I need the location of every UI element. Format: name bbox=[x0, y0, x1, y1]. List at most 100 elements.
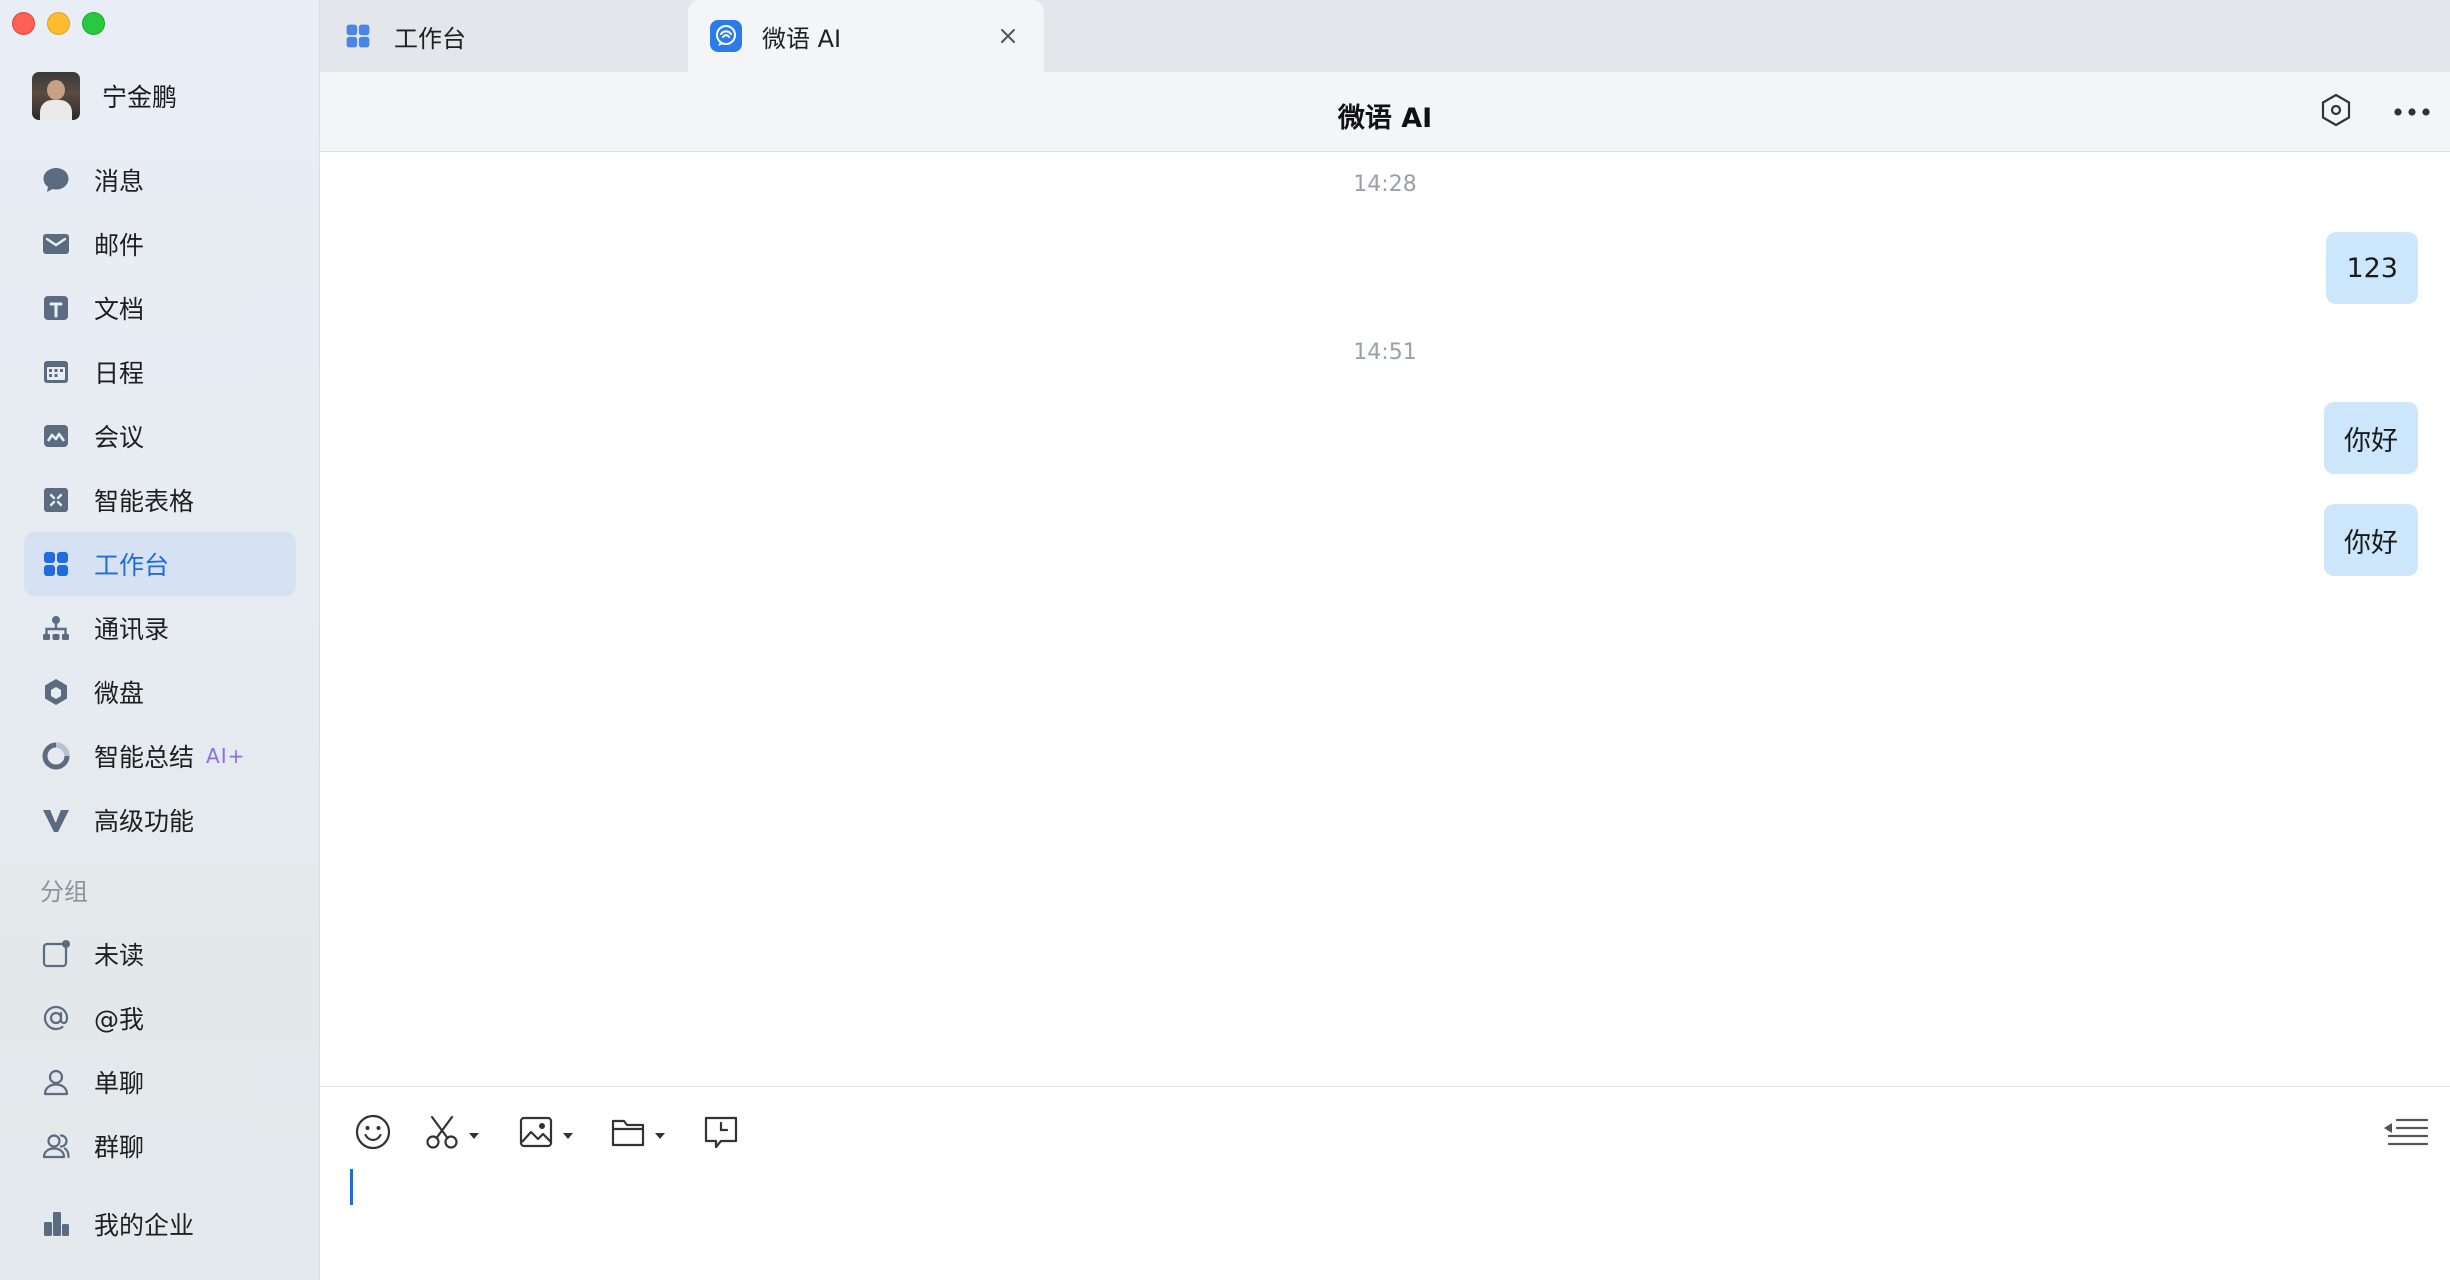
mail-icon bbox=[40, 228, 72, 260]
settings-button[interactable] bbox=[2316, 92, 2356, 132]
sidebar-item-label: 工作台 bbox=[94, 551, 170, 580]
sidebar-item-label: 邮件 bbox=[94, 231, 145, 260]
sidebar-item-smart-table[interactable]: 智能表格 bbox=[24, 468, 296, 532]
chat-header: 微语 AI bbox=[320, 72, 2450, 152]
single-chat-icon bbox=[40, 1066, 72, 1098]
sidebar-item-unread[interactable]: 未读 bbox=[24, 922, 296, 986]
app-window: 宁金鹏 消息 邮件 文档 日程 会议 智能表格 工作台 通讯录 微盘 智能总结 … bbox=[0, 0, 2450, 1280]
sidebar-item-label: 高级功能 bbox=[94, 807, 195, 836]
at-icon bbox=[40, 1002, 72, 1034]
sidebar-item-mentions[interactable]: @我 bbox=[24, 986, 296, 1050]
file-button[interactable] bbox=[610, 1109, 666, 1159]
image-icon bbox=[518, 1114, 554, 1154]
sidebar-item-label: 群聊 bbox=[94, 1133, 145, 1162]
sidebar-item-advanced[interactable]: 高级功能 bbox=[24, 788, 296, 852]
maximize-window-button[interactable] bbox=[82, 12, 105, 35]
unread-icon bbox=[40, 938, 72, 970]
sidebar-item-calendar[interactable]: 日程 bbox=[24, 340, 296, 404]
text-cursor bbox=[350, 1169, 353, 1205]
tab-bar: 工作台 微语 AI bbox=[320, 0, 2450, 72]
message-timestamp: 14:51 bbox=[1353, 340, 1417, 365]
message-timestamp: 14:28 bbox=[1353, 172, 1417, 197]
more-icon bbox=[2392, 103, 2432, 122]
sidebar-item-workbench[interactable]: 工作台 bbox=[24, 532, 296, 596]
tab-weiyu-ai[interactable]: 微语 AI bbox=[688, 0, 1044, 72]
sent-message-bubble[interactable]: 123 bbox=[2326, 232, 2418, 304]
drive-icon bbox=[40, 676, 72, 708]
sidebar-item-label: 未读 bbox=[94, 941, 145, 970]
summary-icon bbox=[40, 740, 72, 772]
workbench-icon bbox=[342, 20, 374, 52]
enterprise-icon bbox=[40, 1208, 72, 1240]
chevron-down-icon[interactable] bbox=[654, 1125, 666, 1144]
sidebar-item-label: 我的企业 bbox=[94, 1211, 195, 1240]
chevron-down-icon[interactable] bbox=[562, 1125, 574, 1144]
avatar[interactable] bbox=[32, 72, 80, 120]
doc-icon bbox=[40, 292, 72, 324]
sidebar-item-meeting[interactable]: 会议 bbox=[24, 404, 296, 468]
schedule-message-icon bbox=[702, 1113, 740, 1155]
sidebar-item-drive[interactable]: 微盘 bbox=[24, 660, 296, 724]
sidebar-item-label: 智能表格 bbox=[94, 487, 195, 516]
tab-workbench[interactable]: 工作台 bbox=[320, 0, 688, 72]
collapse-list-icon bbox=[2383, 1116, 2429, 1150]
window-controls bbox=[12, 12, 105, 35]
enterprise-nav: 我的企业 bbox=[24, 1192, 296, 1256]
sidebar-item-summary[interactable]: 智能总结 AI+ bbox=[24, 724, 296, 788]
sidebar-item-label: 消息 bbox=[94, 167, 145, 196]
advanced-icon bbox=[40, 804, 72, 836]
workbench-icon bbox=[40, 548, 72, 580]
sidebar-item-messages[interactable]: 消息 bbox=[24, 148, 296, 212]
sidebar-item-label: 文档 bbox=[94, 295, 145, 324]
emoji-icon bbox=[354, 1113, 392, 1155]
group-chat-icon bbox=[40, 1130, 72, 1162]
close-icon[interactable] bbox=[994, 22, 1022, 50]
group-nav: 未读 @我 单聊 群聊 bbox=[24, 922, 296, 1178]
weiyu-ai-icon bbox=[710, 20, 742, 52]
collapse-composer-button[interactable] bbox=[2382, 1113, 2430, 1153]
more-button[interactable] bbox=[2392, 92, 2432, 132]
close-window-button[interactable] bbox=[12, 12, 35, 35]
sidebar-item-my-enterprise[interactable]: 我的企业 bbox=[24, 1192, 296, 1256]
smart-table-icon bbox=[40, 484, 72, 516]
sidebar: 宁金鹏 消息 邮件 文档 日程 会议 智能表格 工作台 通讯录 微盘 智能总结 … bbox=[0, 0, 320, 1280]
message-input[interactable] bbox=[350, 1163, 2420, 1260]
meeting-icon bbox=[40, 420, 72, 452]
image-button[interactable] bbox=[518, 1109, 574, 1159]
sidebar-item-label: @我 bbox=[94, 1005, 145, 1034]
message-list: 14:28 123 14:51 你好 你好 bbox=[320, 152, 2450, 1086]
ai-badge: AI+ bbox=[206, 744, 246, 768]
calendar-icon bbox=[40, 356, 72, 388]
tab-label: 工作台 bbox=[394, 24, 466, 53]
tab-label: 微语 AI bbox=[762, 24, 842, 53]
sidebar-item-label: 智能总结 bbox=[94, 743, 195, 772]
schedule-message-button[interactable] bbox=[702, 1109, 740, 1159]
contacts-icon bbox=[40, 612, 72, 644]
chevron-down-icon[interactable] bbox=[468, 1125, 480, 1144]
sidebar-item-label: 会议 bbox=[94, 423, 145, 452]
emoji-button[interactable] bbox=[354, 1109, 392, 1159]
group-section-title: 分组 bbox=[40, 878, 88, 906]
profile[interactable]: 宁金鹏 bbox=[32, 72, 177, 120]
sidebar-item-label: 日程 bbox=[94, 359, 145, 388]
sidebar-item-single-chat[interactable]: 单聊 bbox=[24, 1050, 296, 1114]
sent-message-bubble[interactable]: 你好 bbox=[2324, 504, 2418, 576]
scissors-icon bbox=[424, 1113, 460, 1155]
sidebar-item-group-chat[interactable]: 群聊 bbox=[24, 1114, 296, 1178]
message-composer bbox=[320, 1086, 2450, 1280]
sent-message-bubble[interactable]: 你好 bbox=[2324, 402, 2418, 474]
main-nav: 消息 邮件 文档 日程 会议 智能表格 工作台 通讯录 微盘 智能总结 AI+ … bbox=[24, 148, 296, 852]
page-title: 微语 AI bbox=[1337, 103, 1433, 134]
sidebar-item-docs[interactable]: 文档 bbox=[24, 276, 296, 340]
sidebar-item-label: 微盘 bbox=[94, 679, 145, 708]
screenshot-button[interactable] bbox=[424, 1109, 480, 1159]
minimize-window-button[interactable] bbox=[47, 12, 70, 35]
sidebar-item-contacts[interactable]: 通讯录 bbox=[24, 596, 296, 660]
sidebar-item-mail[interactable]: 邮件 bbox=[24, 212, 296, 276]
profile-name: 宁金鹏 bbox=[102, 83, 178, 112]
sidebar-item-label: 单聊 bbox=[94, 1069, 145, 1098]
sidebar-item-label: 通讯录 bbox=[94, 615, 170, 644]
message-icon bbox=[40, 164, 72, 196]
hexagon-settings-icon bbox=[2318, 92, 2354, 132]
folder-icon bbox=[610, 1115, 646, 1153]
